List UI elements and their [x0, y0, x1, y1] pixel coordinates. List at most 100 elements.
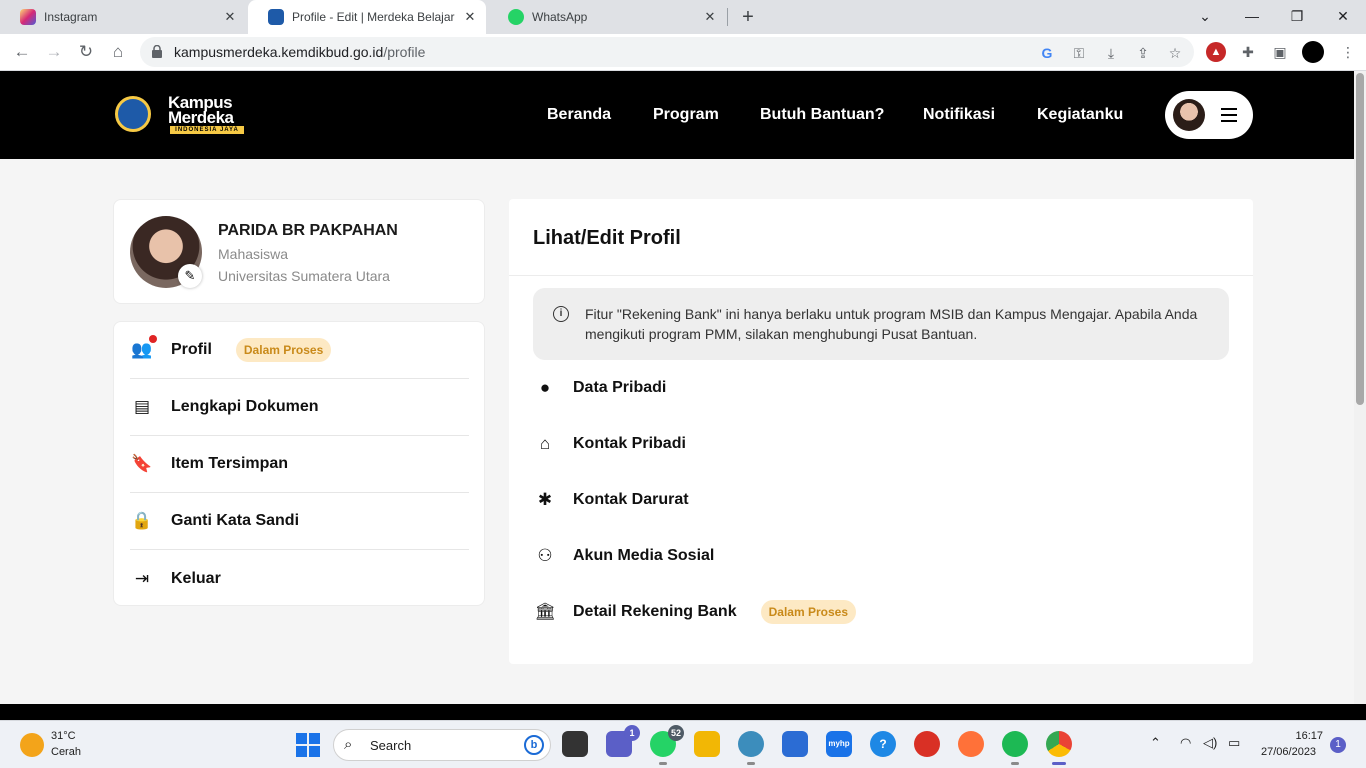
file-explorer-dark-icon[interactable] [562, 731, 588, 757]
close-tab-icon[interactable]: ✕ [462, 9, 478, 25]
game-icon[interactable] [914, 731, 940, 757]
edit-profile-panel: Lihat/Edit Profil i Fitur "Rekening Bank… [509, 199, 1253, 664]
hamburger-icon [1221, 108, 1237, 122]
chrome-profile-icon[interactable] [738, 731, 764, 765]
google-icon[interactable]: G [1038, 44, 1056, 62]
active-indicator [1052, 762, 1066, 765]
nav-program[interactable]: Program [653, 106, 719, 124]
nav-butuh-bantuan[interactable]: Butuh Bantuan? [760, 106, 884, 124]
section-kontak-pribadi[interactable]: ⌂ Kontak Pribadi [533, 424, 1033, 464]
restore-button[interactable]: ❐ [1283, 4, 1311, 28]
tab-title: Instagram [44, 10, 98, 24]
site-footer [0, 704, 1366, 720]
close-tab-icon[interactable]: ✕ [222, 9, 238, 25]
whatsapp-icon[interactable]: 52 [650, 725, 684, 765]
tab-instagram[interactable]: Instagram ✕ [0, 0, 246, 34]
profile-menu-button[interactable] [1165, 91, 1253, 139]
sidebar-item-profil[interactable]: 👥 Profil Dalam Proses [130, 322, 469, 379]
sidebar-item-ganti-kata-sandi[interactable]: 🔒 Ganti Kata Sandi [130, 493, 469, 550]
install-icon[interactable]: ⤓ [1102, 44, 1120, 62]
sidebar-item-item-tersimpan[interactable]: 🔖 Item Tersimpan [130, 436, 469, 493]
file-explorer-icon[interactable] [694, 731, 720, 757]
weather-sun-icon[interactable] [20, 733, 44, 757]
clock-time[interactable]: 16:17 [1293, 730, 1323, 742]
nav-kegiatanku[interactable]: Kegiatanku [1037, 106, 1123, 124]
new-tab-button[interactable]: + [736, 5, 760, 29]
status-badge: Dalam Proses [235, 338, 332, 362]
close-window-button[interactable]: ✕ [1329, 4, 1357, 28]
back-button[interactable]: ← [10, 40, 34, 64]
document-icon: ▤ [133, 397, 151, 416]
scrollbar-thumb[interactable] [1356, 73, 1364, 405]
reload-button[interactable]: ↻ [74, 40, 98, 64]
battery-icon[interactable]: ▭ [1228, 735, 1240, 751]
sidebar-item-keluar[interactable]: ⇥ Keluar [130, 550, 469, 607]
store-icon[interactable] [782, 731, 808, 757]
logo-line2: Merdeka [168, 108, 234, 127]
share-icon[interactable]: ⇪ [1134, 44, 1152, 62]
tab-search-button[interactable]: ⌄ [1191, 4, 1219, 28]
profile-sidebar-menu: 👥 Profil Dalam Proses ▤ Lengkapi Dokumen… [113, 321, 485, 606]
start-button[interactable] [296, 733, 320, 757]
search-placeholder: Search [370, 738, 412, 753]
help-icon[interactable]: ? [870, 731, 896, 757]
user-cog-icon: 👥 [130, 335, 157, 362]
profile-avatar-icon[interactable] [1302, 41, 1324, 63]
section-label: Data Pribadi [573, 379, 667, 396]
nav-notifikasi[interactable]: Notifikasi [923, 106, 995, 124]
myhp-icon[interactable]: myhp [826, 731, 852, 757]
address-bar[interactable]: kampusmerdeka.kemdikbud.go.id/profile G … [140, 37, 1194, 67]
sidebar-item-lengkapi-dokumen[interactable]: ▤ Lengkapi Dokumen [130, 379, 469, 436]
info-banner: i Fitur "Rekening Bank" ini hanya berlak… [533, 288, 1229, 360]
more-menu-icon[interactable]: ⋮ [1338, 42, 1358, 62]
asterisk-icon: ✱ [537, 490, 553, 509]
home-button[interactable]: ⌂ [106, 40, 130, 64]
close-tab-icon[interactable]: ✕ [702, 9, 718, 25]
logo-tagline: INDONESIA JAYA [170, 126, 244, 134]
minimize-button[interactable]: — [1238, 4, 1266, 28]
tab-whatsapp[interactable]: WhatsApp ✕ [488, 0, 726, 34]
bookmark-icon: 🔖 [131, 454, 153, 473]
extension-red-icon[interactable]: ▲ [1206, 42, 1226, 62]
running-indicator [659, 762, 667, 765]
clock-date[interactable]: 27/06/2023 [1261, 746, 1316, 758]
sidepanel-icon[interactable]: ▣ [1270, 42, 1290, 62]
logout-icon: ⇥ [134, 568, 150, 588]
notification-dot [149, 335, 157, 343]
puzzle-icon[interactable]: ✚ [1238, 42, 1258, 62]
section-kontak-darurat[interactable]: ✱ Kontak Darurat [533, 480, 1033, 520]
section-akun-media-sosial[interactable]: ⚇ Akun Media Sosial [533, 536, 1033, 576]
key-icon[interactable]: ⚿ [1070, 44, 1088, 62]
edit-photo-icon[interactable]: ✎ [178, 264, 202, 288]
sidebar-item-label: Item Tersimpan [171, 455, 289, 472]
wifi-icon[interactable]: ◠ [1180, 735, 1191, 751]
volume-icon[interactable]: ◁) [1203, 735, 1217, 751]
bing-icon[interactable]: b [524, 735, 544, 755]
kemdikbud-logo-icon[interactable] [115, 96, 151, 132]
taskbar-search[interactable]: ⌕ Search b [333, 729, 551, 761]
kampus-merdeka-logo[interactable]: Kampus Merdeka [168, 94, 234, 127]
spotify-icon[interactable] [1002, 731, 1028, 765]
running-indicator [747, 762, 755, 765]
page-scrollbar[interactable] [1354, 71, 1366, 704]
weather-temperature[interactable]: 31°C [51, 730, 76, 742]
firefox-icon[interactable] [958, 731, 984, 757]
search-icon: ⌕ [344, 736, 353, 753]
tab-title: Profile - Edit | Merdeka Belajar - K [292, 10, 456, 24]
weather-description[interactable]: Cerah [51, 746, 81, 758]
chrome-icon[interactable] [1046, 731, 1072, 765]
sidebar-item-label: Profil [171, 341, 212, 358]
url-text: kampusmerdeka.kemdikbud.go.id/profile [174, 44, 425, 60]
tab-separator [727, 8, 728, 26]
forward-button[interactable]: → [42, 40, 66, 64]
nav-beranda[interactable]: Beranda [547, 106, 611, 124]
page-title: Lihat/Edit Profil [533, 227, 681, 249]
bookmark-star-icon[interactable]: ☆ [1166, 44, 1184, 62]
section-data-pribadi[interactable]: ● Data Pribadi [533, 368, 1033, 408]
avatar [1173, 99, 1205, 131]
tab-profile[interactable]: Profile - Edit | Merdeka Belajar - K ✕ [248, 0, 486, 34]
teams-icon[interactable]: 1 [606, 725, 640, 757]
section-detail-rekening-bank[interactable]: 🏛 Detail Rekening Bank Dalam Proses [533, 592, 1033, 632]
show-hidden-icons-chevron-icon[interactable]: ⌃ [1150, 735, 1161, 751]
notification-badge[interactable]: 1 [1330, 737, 1346, 753]
